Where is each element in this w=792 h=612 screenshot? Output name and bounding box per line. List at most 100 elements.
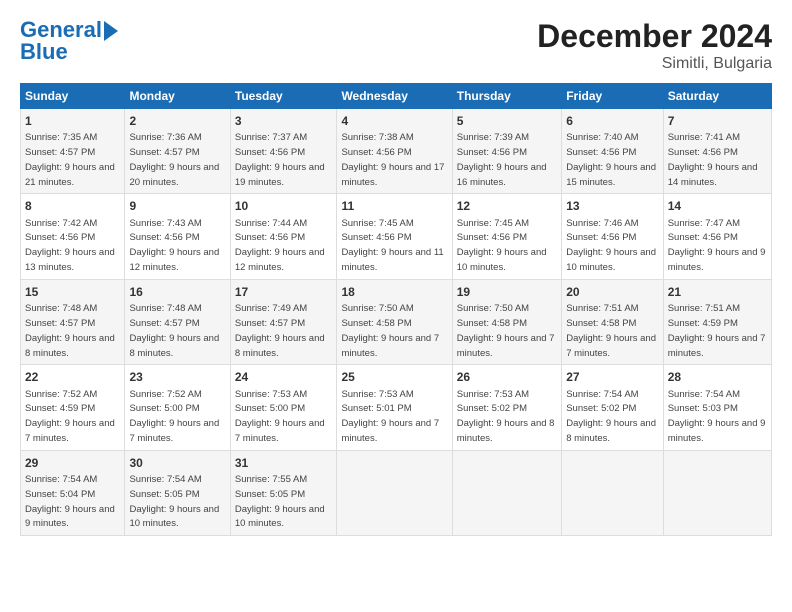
day-number: 7 xyxy=(668,113,767,129)
cell-row2-col2: 9Sunrise: 7:43 AMSunset: 4:56 PMDaylight… xyxy=(125,194,230,279)
cell-info: Sunrise: 7:44 AMSunset: 4:56 PMDaylight:… xyxy=(235,218,325,273)
cell-info: Sunrise: 7:52 AMSunset: 4:59 PMDaylight:… xyxy=(25,389,115,444)
day-number: 26 xyxy=(457,369,557,385)
cell-info: Sunrise: 7:43 AMSunset: 4:56 PMDaylight:… xyxy=(129,218,219,273)
day-number: 3 xyxy=(235,113,333,129)
day-number: 24 xyxy=(235,369,333,385)
day-number: 21 xyxy=(668,284,767,300)
col-thursday: Thursday xyxy=(452,84,561,109)
day-number: 4 xyxy=(341,113,447,129)
col-friday: Friday xyxy=(562,84,663,109)
cell-row3-col1: 15 Sunrise: 7:48 AMSunset: 4:57 PMDayligh… xyxy=(21,279,125,364)
cell-info: Sunrise: 7:46 AMSunset: 4:56 PMDaylight:… xyxy=(566,218,656,273)
cell-row3-col4: 18 Sunrise: 7:50 AMSunset: 4:58 PMDayligh… xyxy=(337,279,452,364)
logo-subtext: Blue xyxy=(20,40,68,64)
cell-row5-col5 xyxy=(452,450,561,535)
cell-row5-col1: 29Sunrise: 7:54 AMSunset: 5:04 PMDayligh… xyxy=(21,450,125,535)
cell-row1-col6: 6 Sunrise: 7:40 AMSunset: 4:56 PMDaylight… xyxy=(562,109,663,194)
cell-row4-col6: 27Sunrise: 7:54 AMSunset: 5:02 PMDayligh… xyxy=(562,365,663,450)
cell-info: Sunrise: 7:53 AMSunset: 5:02 PMDaylight:… xyxy=(457,389,555,444)
calendar-title: December 2024 xyxy=(537,18,772,55)
day-number: 19 xyxy=(457,284,557,300)
cell-info: Sunrise: 7:36 AMSunset: 4:57 PMDaylight:… xyxy=(129,132,219,187)
cell-row4-col4: 25 Sunrise: 7:53 AMSunset: 5:01 PMDayligh… xyxy=(337,365,452,450)
cell-info: Sunrise: 7:49 AMSunset: 4:57 PMDaylight:… xyxy=(235,303,325,358)
col-sunday: Sunday xyxy=(21,84,125,109)
day-number: 5 xyxy=(457,113,557,129)
cell-row5-col3: 31Sunrise: 7:55 AMSunset: 5:05 PMDayligh… xyxy=(230,450,337,535)
cell-row4-col1: 22 Sunrise: 7:52 AMSunset: 4:59 PMDayligh… xyxy=(21,365,125,450)
cell-info: Sunrise: 7:51 AMSunset: 4:59 PMDaylight:… xyxy=(668,303,766,358)
cell-row2-col7: 14 Sunrise: 7:47 AMSunset: 4:56 PMDayligh… xyxy=(663,194,771,279)
cell-info: Sunrise: 7:48 AMSunset: 4:57 PMDaylight:… xyxy=(129,303,219,358)
day-number: 10 xyxy=(235,198,333,214)
day-number: 2 xyxy=(129,113,225,129)
cell-info: Sunrise: 7:45 AMSunset: 4:56 PMDaylight:… xyxy=(457,218,547,273)
calendar-table: Sunday Monday Tuesday Wednesday Thursday… xyxy=(20,83,772,536)
cell-row1-col7: 7Sunrise: 7:41 AMSunset: 4:56 PMDaylight… xyxy=(663,109,771,194)
cell-info: Sunrise: 7:35 AMSunset: 4:57 PMDaylight:… xyxy=(25,132,115,187)
header: General Blue December 2024 Simitli, Bulg… xyxy=(20,18,772,73)
day-number: 13 xyxy=(566,198,658,214)
cell-info: Sunrise: 7:53 AMSunset: 5:00 PMDaylight:… xyxy=(235,389,325,444)
cell-row3-col7: 21 Sunrise: 7:51 AMSunset: 4:59 PMDayligh… xyxy=(663,279,771,364)
cell-row1-col2: 2 Sunrise: 7:36 AMSunset: 4:57 PMDaylight… xyxy=(125,109,230,194)
cell-info: Sunrise: 7:47 AMSunset: 4:56 PMDaylight:… xyxy=(668,218,766,273)
cell-row4-col5: 26 Sunrise: 7:53 AMSunset: 5:02 PMDayligh… xyxy=(452,365,561,450)
day-number: 27 xyxy=(566,369,658,385)
day-number: 18 xyxy=(341,284,447,300)
day-number: 14 xyxy=(668,198,767,214)
cell-row2-col4: 11Sunrise: 7:45 AMSunset: 4:56 PMDayligh… xyxy=(337,194,452,279)
calendar-page: General Blue December 2024 Simitli, Bulg… xyxy=(0,0,792,546)
col-monday: Monday xyxy=(125,84,230,109)
cell-info: Sunrise: 7:54 AMSunset: 5:03 PMDaylight:… xyxy=(668,389,766,444)
cell-row3-col5: 19 Sunrise: 7:50 AMSunset: 4:58 PMDayligh… xyxy=(452,279,561,364)
cell-info: Sunrise: 7:50 AMSunset: 4:58 PMDaylight:… xyxy=(341,303,439,358)
day-number: 16 xyxy=(129,284,225,300)
logo: General Blue xyxy=(20,18,118,64)
cell-info: Sunrise: 7:45 AMSunset: 4:56 PMDaylight:… xyxy=(341,218,443,273)
cell-row2-col6: 13 Sunrise: 7:46 AMSunset: 4:56 PMDayligh… xyxy=(562,194,663,279)
cell-info: Sunrise: 7:53 AMSunset: 5:01 PMDaylight:… xyxy=(341,389,439,444)
cell-row2-col1: 8Sunrise: 7:42 AMSunset: 4:56 PMDaylight… xyxy=(21,194,125,279)
week-row-1: 1 Sunrise: 7:35 AMSunset: 4:57 PMDaylight… xyxy=(21,109,772,194)
cell-info: Sunrise: 7:48 AMSunset: 4:57 PMDaylight:… xyxy=(25,303,115,358)
cell-row3-col2: 16 Sunrise: 7:48 AMSunset: 4:57 PMDayligh… xyxy=(125,279,230,364)
week-row-2: 8Sunrise: 7:42 AMSunset: 4:56 PMDaylight… xyxy=(21,194,772,279)
cell-row1-col1: 1 Sunrise: 7:35 AMSunset: 4:57 PMDaylight… xyxy=(21,109,125,194)
cell-row2-col3: 10 Sunrise: 7:44 AMSunset: 4:56 PMDayligh… xyxy=(230,194,337,279)
day-number: 1 xyxy=(25,113,120,129)
cell-info: Sunrise: 7:50 AMSunset: 4:58 PMDaylight:… xyxy=(457,303,555,358)
day-number: 20 xyxy=(566,284,658,300)
cell-info: Sunrise: 7:52 AMSunset: 5:00 PMDaylight:… xyxy=(129,389,219,444)
cell-row3-col3: 17 Sunrise: 7:49 AMSunset: 4:57 PMDayligh… xyxy=(230,279,337,364)
calendar-subtitle: Simitli, Bulgaria xyxy=(537,55,772,73)
cell-info: Sunrise: 7:55 AMSunset: 5:05 PMDaylight:… xyxy=(235,474,325,529)
cell-row4-col7: 28 Sunrise: 7:54 AMSunset: 5:03 PMDayligh… xyxy=(663,365,771,450)
day-number: 28 xyxy=(668,369,767,385)
day-number: 17 xyxy=(235,284,333,300)
col-wednesday: Wednesday xyxy=(337,84,452,109)
cell-info: Sunrise: 7:40 AMSunset: 4:56 PMDaylight:… xyxy=(566,132,656,187)
cell-row1-col4: 4 Sunrise: 7:38 AMSunset: 4:56 PMDaylight… xyxy=(337,109,452,194)
cell-info: Sunrise: 7:38 AMSunset: 4:56 PMDaylight:… xyxy=(341,132,444,187)
header-row: Sunday Monday Tuesday Wednesday Thursday… xyxy=(21,84,772,109)
title-block: December 2024 Simitli, Bulgaria xyxy=(537,18,772,73)
logo-icon xyxy=(104,21,118,41)
cell-row3-col6: 20 Sunrise: 7:51 AMSunset: 4:58 PMDayligh… xyxy=(562,279,663,364)
col-saturday: Saturday xyxy=(663,84,771,109)
cell-info: Sunrise: 7:37 AMSunset: 4:56 PMDaylight:… xyxy=(235,132,325,187)
day-number: 15 xyxy=(25,284,120,300)
cell-row5-col6 xyxy=(562,450,663,535)
day-number: 22 xyxy=(25,369,120,385)
cell-row4-col3: 24 Sunrise: 7:53 AMSunset: 5:00 PMDayligh… xyxy=(230,365,337,450)
cell-row5-col7 xyxy=(663,450,771,535)
cell-row4-col2: 23Sunrise: 7:52 AMSunset: 5:00 PMDayligh… xyxy=(125,365,230,450)
day-number: 25 xyxy=(341,369,447,385)
week-row-5: 29Sunrise: 7:54 AMSunset: 5:04 PMDayligh… xyxy=(21,450,772,535)
cell-row5-col2: 30Sunrise: 7:54 AMSunset: 5:05 PMDayligh… xyxy=(125,450,230,535)
day-number: 6 xyxy=(566,113,658,129)
cell-row5-col4 xyxy=(337,450,452,535)
day-number: 29 xyxy=(25,455,120,471)
cell-info: Sunrise: 7:51 AMSunset: 4:58 PMDaylight:… xyxy=(566,303,656,358)
